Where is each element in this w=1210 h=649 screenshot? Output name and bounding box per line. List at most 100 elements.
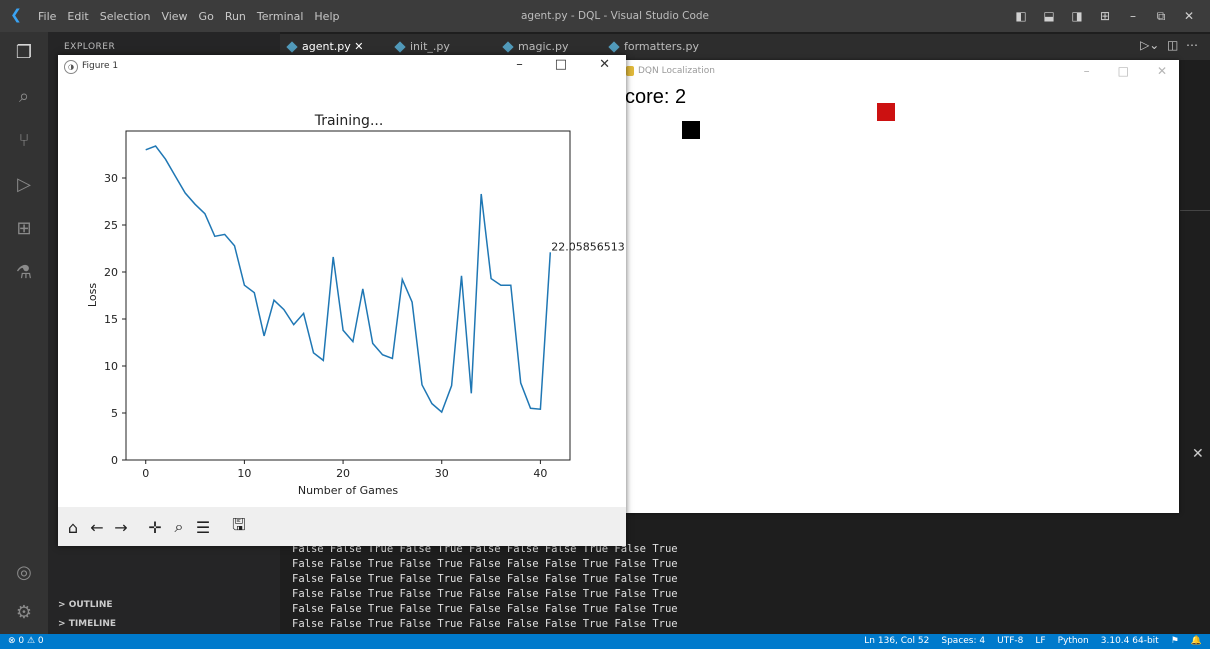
y-axis-label: Loss [86, 283, 99, 307]
status-right: Ln 136, Col 52 Spaces: 4 UTF-8 LF Python… [864, 634, 1202, 649]
x-tick-label: 40 [533, 467, 547, 480]
window-title: agent.py - DQL - Visual Studio Code [520, 10, 710, 22]
toggle-sidebar-icon[interactable]: ◧ [1014, 9, 1028, 23]
menu-help[interactable]: Help [314, 10, 339, 23]
close-icon[interactable]: ✕ [1182, 9, 1196, 23]
x-tick-label: 10 [237, 467, 251, 480]
menu-go[interactable]: Go [199, 10, 214, 23]
minimize-icon[interactable]: – [516, 57, 523, 72]
x-tick-label: 30 [435, 467, 449, 480]
x-axis-ticks: 0 10 20 30 40 [142, 460, 547, 480]
pygame-icon [626, 66, 634, 76]
zoom-icon[interactable]: ⌕ [168, 514, 190, 540]
split-editor-icon[interactable]: ◫ [1167, 38, 1178, 52]
home-icon[interactable]: ⌂ [62, 514, 84, 540]
menu-file[interactable]: File [38, 10, 56, 23]
figure-titlebar: ◑ Figure 1 – □ ✕ [58, 55, 626, 79]
y-tick-label: 10 [104, 360, 118, 373]
y-tick-label: 0 [111, 454, 118, 467]
menu-run[interactable]: Run [225, 10, 246, 23]
status-bar: ⊗ 0 ⚠ 0 Ln 136, Col 52 Spaces: 4 UTF-8 L… [0, 634, 1210, 649]
toggle-panel-icon[interactable]: ⬓ [1042, 9, 1056, 23]
extensions-icon[interactable]: ⊞ [0, 208, 48, 248]
figure-window-controls: – □ ✕ [516, 57, 610, 72]
menu-terminal[interactable]: Terminal [257, 10, 304, 23]
pan-icon[interactable]: ✛ [144, 514, 166, 540]
interpreter[interactable]: 3.10.4 64-bit [1101, 634, 1159, 649]
y-tick-label: 20 [104, 266, 118, 279]
terminal-line: False False True False True False False … [292, 558, 678, 570]
language-mode[interactable]: Python [1058, 634, 1089, 649]
explorer-header: EXPLORER [64, 42, 116, 52]
maximize-icon[interactable]: □ [555, 57, 567, 72]
vscode-titlebar: ❮ File Edit Selection View Go Run Termin… [0, 0, 1210, 32]
python-file-icon [286, 41, 298, 53]
toggle-secondary-sidebar-icon[interactable]: ◨ [1070, 9, 1084, 23]
dqn-title: DQN Localization [638, 66, 715, 76]
minimize-icon[interactable]: – [1126, 9, 1140, 23]
minimize-icon[interactable]: – [1084, 64, 1090, 78]
forward-icon[interactable]: → [110, 514, 132, 540]
problems-indicator[interactable]: ⊗ 0 ⚠ 0 [8, 634, 44, 649]
y-tick-label: 15 [104, 313, 118, 326]
titlebar-controls: ◧ ⬓ ◨ ⊞ – ⧉ ✕ [1014, 0, 1210, 32]
testing-icon[interactable]: ⚗ [0, 252, 48, 292]
cursor-position[interactable]: Ln 136, Col 52 [864, 634, 929, 649]
chart-title: Training... [314, 113, 384, 129]
line-ending[interactable]: LF [1035, 634, 1045, 649]
terminal-line: False False True False True False False … [292, 573, 678, 585]
divider [1180, 210, 1210, 211]
run-icon[interactable]: ▷⌄ [1140, 38, 1159, 52]
tab-label: agent.py [302, 40, 351, 53]
menu-edit[interactable]: Edit [67, 10, 88, 23]
terminal-line: False False True False True False False … [292, 603, 678, 615]
score-text: core: 2 [625, 86, 687, 108]
python-file-icon [608, 41, 620, 53]
figure-window: ◑ Figure 1 – □ ✕ Training... 0 10 20 30 40 0… [58, 55, 626, 546]
x-axis-label: Number of Games [298, 484, 399, 497]
activity-bar: ❐ ⌕ ⑂ ▷ ⊞ ⚗ ◎ ⚙ [0, 32, 48, 634]
run-debug-icon[interactable]: ▷ [0, 164, 48, 204]
loss-chart: Training... 0 10 20 30 40 0 5 10 15 20 25 30 22.05… [86, 113, 625, 497]
terminal-line: False False True False True False False … [292, 618, 678, 630]
maximize-icon[interactable]: □ [1118, 64, 1129, 78]
dqn-titlebar: DQN Localization – □ ✕ [616, 60, 1179, 84]
gear-icon[interactable]: ⚙ [0, 592, 48, 632]
more-actions-icon[interactable]: ⋯ [1186, 38, 1198, 52]
plot-frame [125, 130, 571, 461]
dqn-window: DQN Localization – □ ✕ core: 2 [616, 60, 1179, 513]
menu-view[interactable]: View [161, 10, 187, 23]
notifications-icon[interactable]: 🔔 [1191, 634, 1202, 649]
python-file-icon [502, 41, 514, 53]
back-icon[interactable]: ← [86, 514, 108, 540]
figure-title: Figure 1 [82, 61, 119, 71]
vscode-logo-icon: ❮ [10, 7, 22, 23]
outline-section[interactable]: > OUTLINE [58, 600, 113, 610]
panel-close-icon[interactable]: ✕ [1192, 446, 1204, 462]
indentation[interactable]: Spaces: 4 [941, 634, 985, 649]
y-tick-label: 5 [111, 407, 118, 420]
matplotlib-icon: ◑ [64, 60, 78, 74]
timeline-section[interactable]: > TIMELINE [58, 619, 116, 629]
explorer-icon[interactable]: ❐ [0, 32, 48, 72]
menu-selection[interactable]: Selection [100, 10, 151, 23]
account-icon[interactable]: ◎ [0, 552, 48, 592]
layout-icon[interactable]: ⊞ [1098, 9, 1112, 23]
encoding[interactable]: UTF-8 [997, 634, 1023, 649]
tab-label: formatters.py [624, 40, 700, 53]
search-icon[interactable]: ⌕ [0, 76, 48, 116]
source-control-icon[interactable]: ⑂ [0, 120, 48, 160]
last-value-annotation: 22.05856513 [551, 240, 624, 253]
x-tick-label: 20 [336, 467, 350, 480]
loss-series-line [145, 145, 552, 414]
restore-icon[interactable]: ⧉ [1154, 9, 1168, 24]
y-axis-ticks: 0 5 10 15 20 25 30 [104, 172, 126, 467]
terminal-line: False False True False True False False … [292, 588, 678, 600]
outline-label: OUTLINE [68, 600, 113, 610]
y-tick-label: 30 [104, 172, 118, 185]
feedback-icon[interactable]: ⚑ [1171, 634, 1179, 649]
save-icon[interactable]: 🖫 [228, 514, 250, 540]
close-icon[interactable]: ✕ [599, 57, 610, 72]
configure-icon[interactable]: ☰ [192, 514, 214, 540]
close-icon[interactable]: ✕ [1157, 64, 1167, 78]
